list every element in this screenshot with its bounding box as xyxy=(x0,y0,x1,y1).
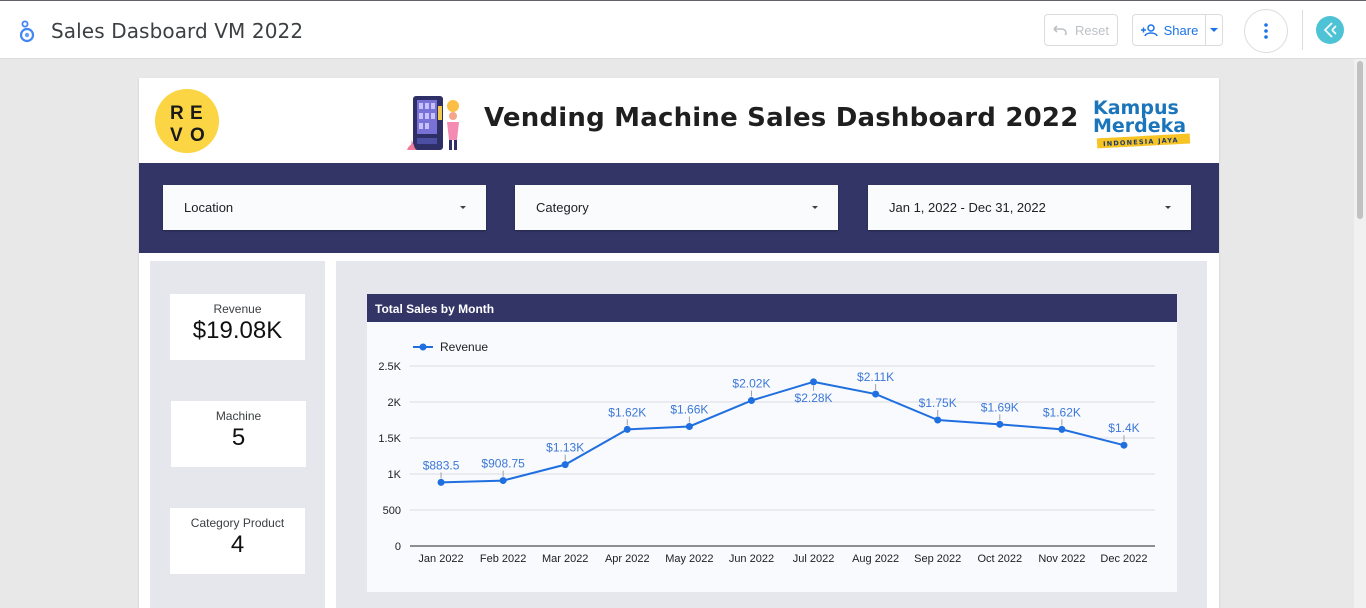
add-person-icon xyxy=(1140,23,1158,36)
report-canvas: R E V O Vending Machine Sales Dashboard … xyxy=(139,78,1219,608)
category-filter-label: Category xyxy=(536,200,589,215)
data-point xyxy=(872,390,880,398)
data-point xyxy=(437,478,445,486)
legend-label: Revenue xyxy=(440,340,488,354)
x-tick-label: May 2022 xyxy=(665,553,713,565)
y-tick-label: 1.5K xyxy=(378,433,401,445)
x-tick-label: Sep 2022 xyxy=(914,553,961,565)
report-name[interactable]: Sales Dasboard VM 2022 xyxy=(51,19,303,43)
x-tick-label: Oct 2022 xyxy=(977,553,1022,565)
data-point xyxy=(1058,425,1066,433)
svg-text:V: V xyxy=(170,125,183,146)
data-point xyxy=(685,422,693,430)
filter-bar: Location Category Jan 1, 2022 - Dec 31, … xyxy=(139,163,1219,253)
share-label: Share xyxy=(1163,22,1199,38)
data-label: $1.66K xyxy=(670,402,708,416)
more-options-button[interactable] xyxy=(1244,9,1288,53)
total-sales-chart[interactable]: Total Sales by Month Revenue 0 500 1K 1.5K 2K… xyxy=(367,294,1177,592)
location-filter[interactable]: Location xyxy=(163,185,486,230)
more-vert-icon xyxy=(1264,23,1268,39)
category-product-value: 4 xyxy=(230,531,245,558)
y-tick-label: 0 xyxy=(395,541,401,553)
scrollbar-thumb[interactable] xyxy=(1357,61,1363,219)
x-tick-label: Dec 2022 xyxy=(1100,553,1147,565)
chart-title: Total Sales by Month xyxy=(367,294,1177,322)
category-product-scorecard: Category Product 4 xyxy=(170,508,305,574)
data-label: $883.5 xyxy=(423,458,460,472)
x-tick-label: Apr 2022 xyxy=(605,553,650,565)
svg-text:R: R xyxy=(170,103,184,124)
x-tick-label: Aug 2022 xyxy=(852,553,899,565)
machine-label: Machine xyxy=(215,409,262,423)
data-point xyxy=(561,461,569,469)
y-tick-label: 1K xyxy=(388,469,402,481)
reset-label: Reset xyxy=(1075,22,1109,38)
share-button[interactable]: Share xyxy=(1132,14,1206,46)
vending-machine-illustration xyxy=(407,96,459,150)
data-label: $1.4K xyxy=(1108,421,1139,435)
undo-icon xyxy=(1053,25,1067,35)
data-label: $1.13K xyxy=(546,441,584,455)
data-label: $2.02K xyxy=(732,377,770,391)
revenue-scorecard: Revenue $19.08K xyxy=(170,294,305,360)
x-tick-label: Nov 2022 xyxy=(1038,553,1085,565)
category-product-label: Category Product xyxy=(190,516,285,530)
data-point xyxy=(747,397,755,405)
data-label: $2.11K xyxy=(857,370,894,384)
date-range-filter[interactable]: Jan 1, 2022 - Dec 31, 2022 xyxy=(868,185,1191,230)
avatar[interactable] xyxy=(1316,16,1344,44)
x-tick-label: Mar 2022 xyxy=(542,553,588,565)
reset-button[interactable]: Reset xyxy=(1044,14,1118,46)
data-label: $1.75K xyxy=(919,396,957,410)
page-scrollbar[interactable] xyxy=(1354,59,1366,608)
x-tick-label: Jan 2022 xyxy=(418,553,463,565)
data-point xyxy=(1120,441,1128,449)
data-label: $1.62K xyxy=(608,405,646,419)
dropdown-arrow-icon xyxy=(460,206,466,209)
category-filter[interactable]: Category xyxy=(515,185,838,230)
revenue-value: $19.08K xyxy=(192,317,283,344)
data-label: $908.75 xyxy=(481,457,525,471)
data-label: $2.28K xyxy=(795,391,833,405)
data-point xyxy=(623,425,631,433)
dropdown-arrow-icon xyxy=(1165,206,1171,209)
x-tick-label: Feb 2022 xyxy=(480,553,526,565)
revo-logo: R E V O xyxy=(155,89,219,153)
report-header: R E V O Vending Machine Sales Dashboard … xyxy=(139,78,1219,163)
app-header: Sales Dasboard VM 2022 Reset Share xyxy=(0,0,1366,59)
kampus-logo-line2: Merdeka xyxy=(1093,115,1186,137)
data-point xyxy=(810,378,818,386)
dropdown-arrow-icon xyxy=(812,206,818,209)
data-point xyxy=(996,420,1004,428)
svg-text:E: E xyxy=(190,103,203,124)
data-point xyxy=(934,416,942,424)
kpi-panel: Revenue $19.08K Machine 5 Category Produ… xyxy=(150,261,325,608)
data-label: $1.69K xyxy=(981,400,1019,414)
machine-value: 5 xyxy=(231,424,246,451)
machine-scorecard: Machine 5 xyxy=(171,401,306,467)
caret-down-icon xyxy=(1210,27,1218,32)
legend-marker xyxy=(419,343,427,351)
y-tick-label: 2K xyxy=(388,397,402,409)
svg-text:O: O xyxy=(190,125,205,146)
kampus-merdeka-logo: Kampus Merdeka INDONESIA JAYA xyxy=(1093,97,1191,149)
header-divider xyxy=(1302,10,1303,50)
date-range-label: Jan 1, 2022 - Dec 31, 2022 xyxy=(889,200,1046,215)
x-tick-label: Jun 2022 xyxy=(729,553,774,565)
line-chart: Revenue 0 500 1K 1.5K 2K 2.5K Jan 2022 Feb 2022 M… xyxy=(378,340,1155,565)
data-point xyxy=(499,477,507,485)
chart-panel: Total Sales by Month Revenue 0 500 1K 1.5K 2K… xyxy=(336,261,1207,608)
revenue-label: Revenue xyxy=(213,302,262,316)
y-tick-label: 2.5K xyxy=(378,361,401,373)
user-avatar-icon xyxy=(1323,22,1337,38)
y-tick-label: 500 xyxy=(383,505,401,517)
report-title: Vending Machine Sales Dashboard 2022 xyxy=(484,103,1079,133)
data-label: $1.62K xyxy=(1043,405,1081,419)
x-tick-label: Jul 2022 xyxy=(793,553,835,565)
looker-studio-icon[interactable] xyxy=(18,19,38,43)
revenue-series-line xyxy=(441,380,1125,484)
location-filter-label: Location xyxy=(184,200,234,215)
share-options-button[interactable] xyxy=(1205,14,1223,46)
